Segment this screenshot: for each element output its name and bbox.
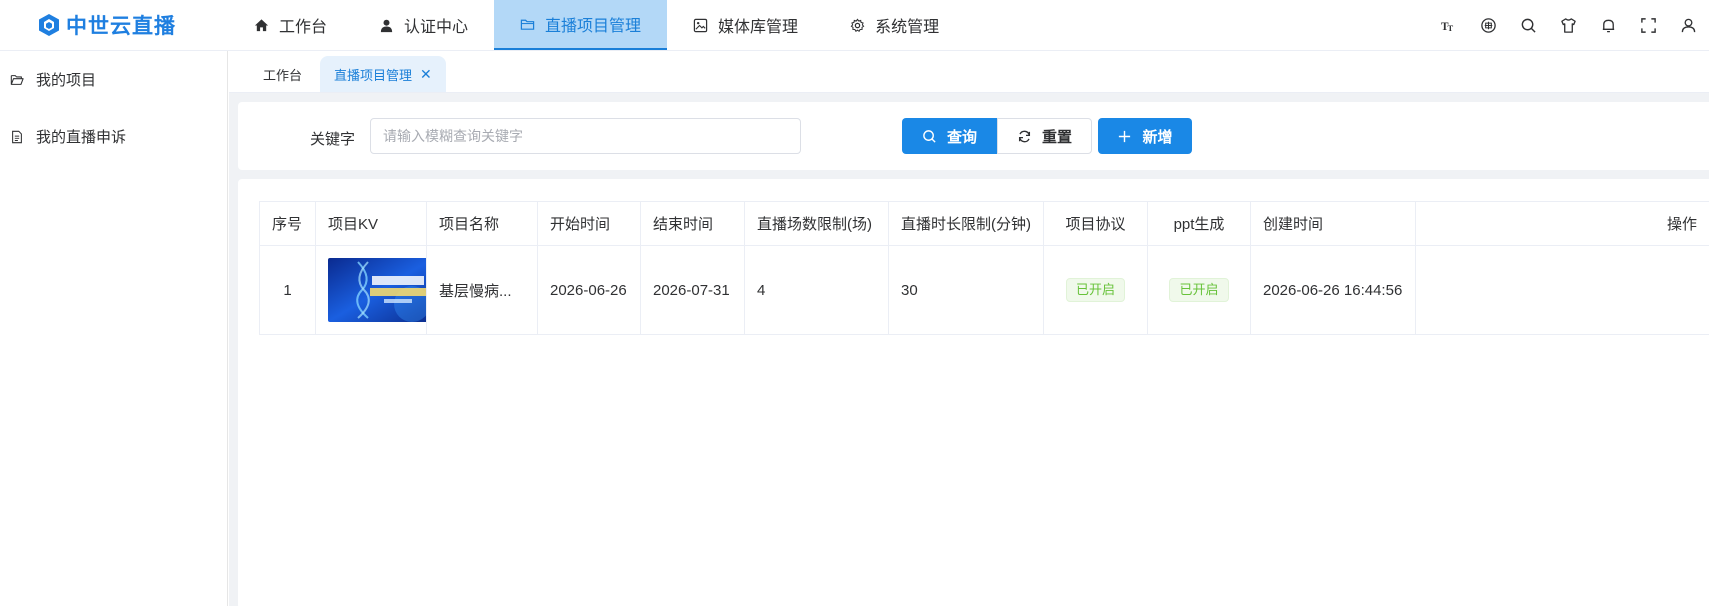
add-button[interactable]: 新增 xyxy=(1098,118,1192,154)
cell-actions xyxy=(1416,246,1709,335)
tabs-bar: 工作台 直播项目管理 ✕ xyxy=(229,51,1709,93)
col-header-kv: 项目KV xyxy=(316,202,427,246)
col-header-index: 序号 xyxy=(260,202,316,246)
header-tools: TT xyxy=(1439,0,1709,50)
search-icon[interactable] xyxy=(1519,16,1537,34)
nav-item-certification[interactable]: 认证中心 xyxy=(353,0,494,50)
cell-created-time: 2026-06-26 16:44:56 xyxy=(1251,246,1416,335)
add-button-label: 新增 xyxy=(1142,126,1172,147)
col-header-end: 结束时间 xyxy=(641,202,745,246)
nav-item-label: 工作台 xyxy=(279,13,327,37)
media-library-icon xyxy=(693,18,708,33)
search-form: 关键字 查询 重置 新增 xyxy=(238,102,1709,170)
sidebar-item-label: 我的直播申诉 xyxy=(36,126,126,147)
tab-label: 工作台 xyxy=(263,65,302,84)
logo[interactable]: 中世云直播 xyxy=(0,0,228,50)
col-header-actions: 操作 xyxy=(1416,202,1709,246)
home-icon xyxy=(254,18,269,33)
svg-text:T: T xyxy=(1447,23,1453,33)
keyword-label: 关键字 xyxy=(310,128,355,149)
project-table: 序号 项目KV 项目名称 开始时间 结束时间 直播场数限制(场) 直播时长限制(… xyxy=(259,201,1709,335)
bell-icon[interactable] xyxy=(1599,16,1617,34)
cell-start-time: 2026-06-26 xyxy=(538,246,641,335)
cell-end-time: 2026-07-31 xyxy=(641,246,745,335)
main-nav: 工作台 认证中心 直播项目管理 媒体库管理 系统管理 xyxy=(228,0,965,50)
col-header-agreement: 项目协议 xyxy=(1044,202,1148,246)
project-table-card: 序号 项目KV 项目名称 开始时间 结束时间 直播场数限制(场) 直播时长限制(… xyxy=(238,179,1709,609)
language-icon[interactable] xyxy=(1479,16,1497,34)
cell-agreement: 已开启 xyxy=(1044,246,1148,335)
search-icon xyxy=(922,129,937,144)
nav-item-live-projects[interactable]: 直播项目管理 xyxy=(494,0,667,50)
keyword-input[interactable] xyxy=(370,118,801,154)
nav-item-workbench[interactable]: 工作台 xyxy=(228,0,353,50)
query-button[interactable]: 查询 xyxy=(902,118,997,154)
cell-kv xyxy=(316,246,427,335)
table-header: 序号 项目KV 项目名称 开始时间 结束时间 直播场数限制(场) 直播时长限制(… xyxy=(260,202,1709,246)
main-content: 关键字 查询 重置 新增 序号 项目KV 项目名称 开始时间 xyxy=(229,93,1709,606)
reset-button[interactable]: 重置 xyxy=(997,118,1092,154)
user-icon xyxy=(379,18,394,33)
brand-name: 中世云直播 xyxy=(66,10,176,40)
top-bar: 中世云直播 工作台 认证中心 直播项目管理 媒体库管理 系统管理 TT xyxy=(0,0,1709,51)
status-badge: 已开启 xyxy=(1169,278,1228,302)
cell-duration-limit: 30 xyxy=(889,246,1044,335)
document-icon xyxy=(10,130,24,144)
refresh-icon xyxy=(1017,129,1032,144)
nav-item-label: 直播项目管理 xyxy=(545,12,641,36)
folder-icon xyxy=(520,17,535,32)
nav-item-media-library[interactable]: 媒体库管理 xyxy=(667,0,824,50)
tab-workbench[interactable]: 工作台 xyxy=(249,56,316,92)
query-button-label: 查询 xyxy=(947,126,977,147)
col-header-ppt: ppt生成 xyxy=(1148,202,1251,246)
sidebar-item-my-appeals[interactable]: 我的直播申诉 xyxy=(0,108,227,165)
project-kv-image[interactable] xyxy=(328,258,427,322)
user-profile-icon[interactable] xyxy=(1679,16,1697,34)
cell-ppt: 已开启 xyxy=(1148,246,1251,335)
font-size-icon[interactable]: TT xyxy=(1439,16,1457,34)
cell-index: 1 xyxy=(260,246,316,335)
sidebar-item-label: 我的项目 xyxy=(36,69,96,90)
folder-open-icon xyxy=(10,73,24,87)
nav-item-label: 认证中心 xyxy=(404,13,468,37)
gear-icon xyxy=(850,18,865,33)
theme-shirt-icon[interactable] xyxy=(1559,16,1577,34)
col-header-duration-limit: 直播时长限制(分钟) xyxy=(889,202,1044,246)
fullscreen-icon[interactable] xyxy=(1639,16,1657,34)
col-header-session-limit: 直播场数限制(场) xyxy=(745,202,889,246)
table-row: 1 xyxy=(260,246,1709,335)
close-icon[interactable]: ✕ xyxy=(420,66,432,83)
nav-item-label: 媒体库管理 xyxy=(718,13,798,37)
sidebar: 我的项目 我的直播申诉 xyxy=(0,51,228,606)
reset-button-label: 重置 xyxy=(1042,126,1072,147)
col-header-start: 开始时间 xyxy=(538,202,641,246)
nav-item-system[interactable]: 系统管理 xyxy=(824,0,965,50)
tab-label: 直播项目管理 xyxy=(334,65,412,84)
logo-icon xyxy=(38,13,60,37)
plus-icon xyxy=(1117,129,1132,144)
col-header-name: 项目名称 xyxy=(427,202,538,246)
nav-item-label: 系统管理 xyxy=(875,13,939,37)
tab-live-projects[interactable]: 直播项目管理 ✕ xyxy=(320,56,446,92)
col-header-created: 创建时间 xyxy=(1251,202,1416,246)
cell-project-name: 基层慢病... xyxy=(427,246,538,335)
status-badge: 已开启 xyxy=(1066,278,1125,302)
sidebar-item-my-projects[interactable]: 我的项目 xyxy=(0,51,227,108)
cell-session-limit: 4 xyxy=(745,246,889,335)
